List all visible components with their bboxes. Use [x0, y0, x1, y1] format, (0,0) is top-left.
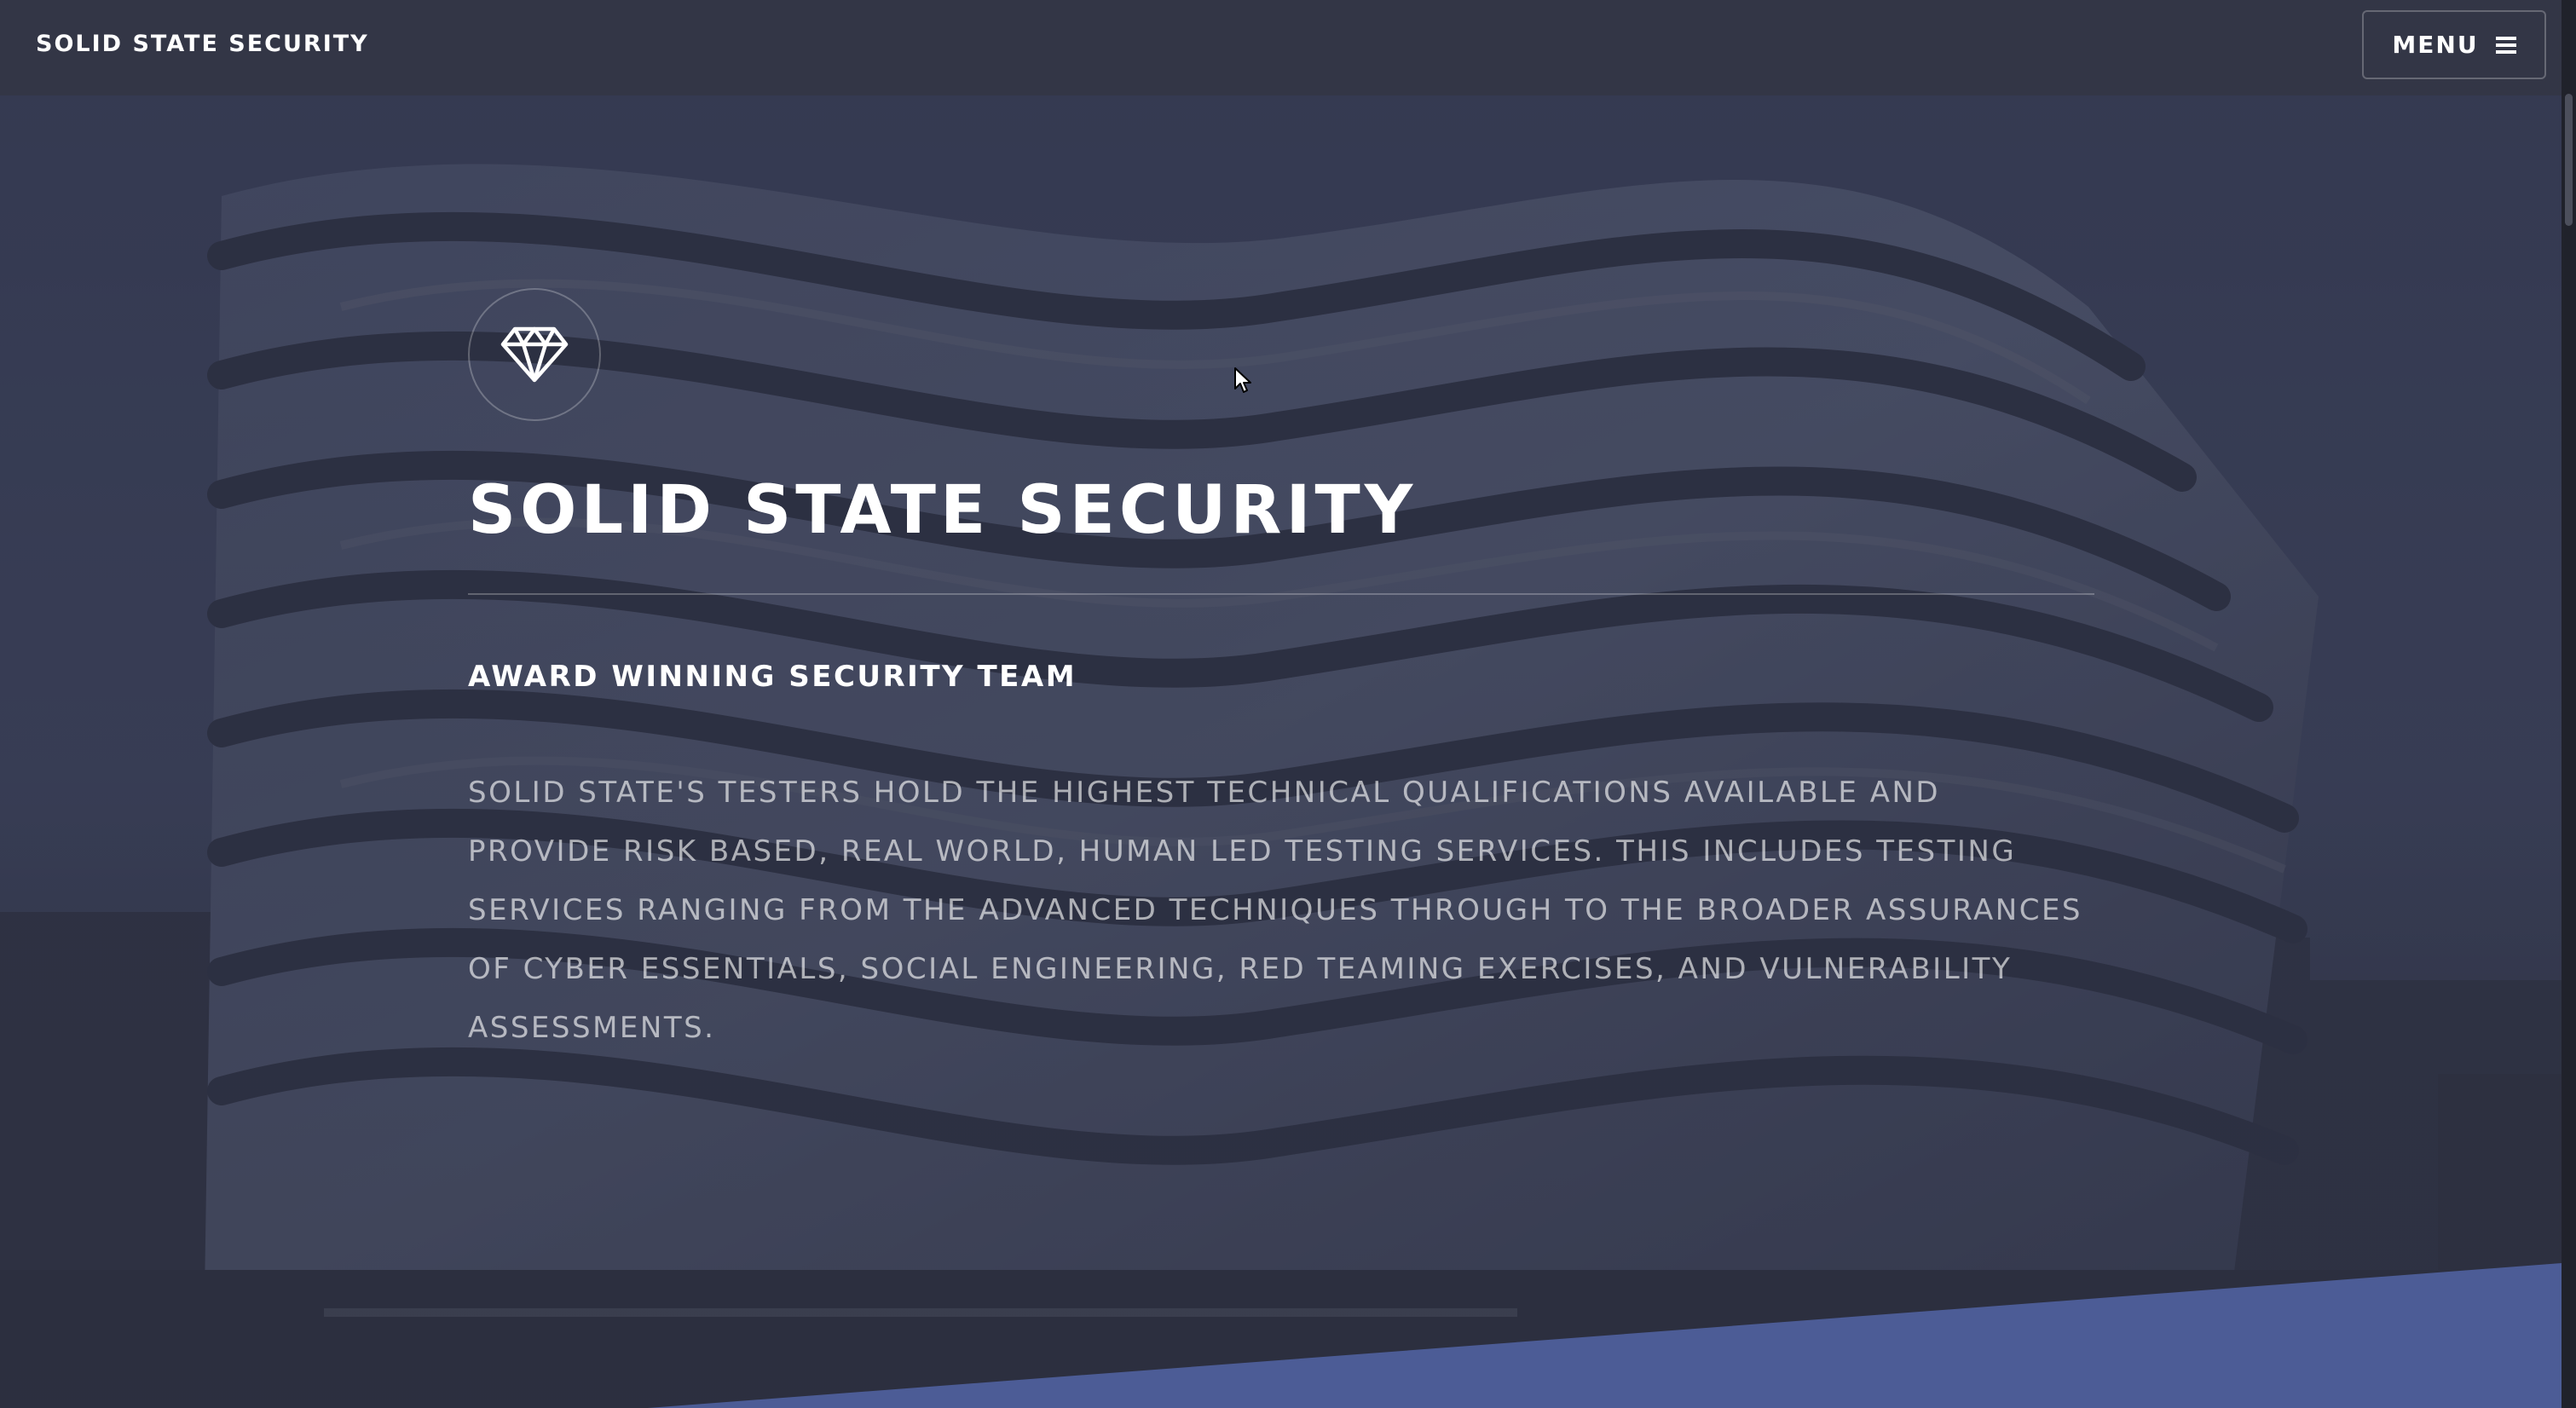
diamond-icon: [500, 326, 569, 383]
mouse-cursor-icon: [1234, 367, 1251, 393]
page-title: SOLID STATE SECURITY: [468, 472, 1418, 549]
scrollbar-thumb[interactable]: [2565, 94, 2573, 226]
site-brand-link[interactable]: SOLID STATE SECURITY: [36, 31, 369, 57]
menu-button-label: MENU: [2392, 31, 2479, 59]
banner-description: SOLID STATE'S TESTERS HOLD THE HIGHEST T…: [468, 776, 2083, 1045]
page-scrollbar[interactable]: [2562, 0, 2576, 1408]
banner-content: SOLID STATE SECURITY AWARD WINNING SECUR…: [468, 288, 2094, 1058]
page: SOLID STATE SECURITY MENU SOLID STATE SE…: [0, 0, 2576, 1408]
menu-button[interactable]: MENU: [2362, 10, 2546, 79]
logo-badge: [468, 288, 601, 421]
top-header: SOLID STATE SECURITY MENU: [0, 0, 2562, 95]
hamburger-icon: [2495, 36, 2516, 54]
banner-subtitle: AWARD WINNING SECURITY TEAM: [468, 660, 1077, 694]
title-divider: [468, 593, 2094, 595]
